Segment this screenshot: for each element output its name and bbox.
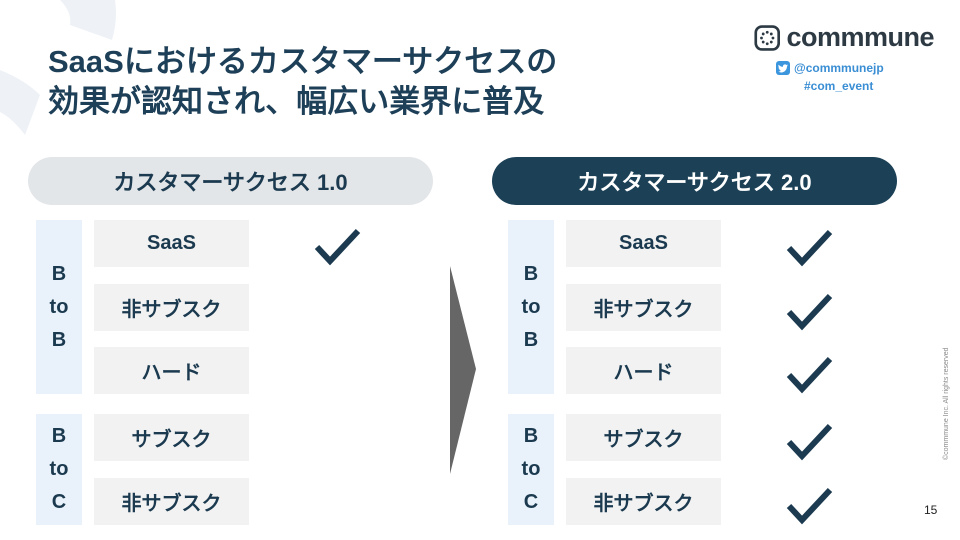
industry-cell: サブスク [94,414,249,461]
checkmark-icon [786,356,833,394]
checkmark-icon [786,293,833,331]
cs-1-0-header: カスタマーサクセス 1.0 [28,157,433,205]
copyright-notice: ©commmune Inc. All rights reserved [943,347,950,460]
industry-cell: 非サブスク [94,284,249,331]
checkmark-icon [314,228,361,266]
group-label-text: to [49,458,69,480]
arrow-right-icon [450,266,476,474]
group-label-btob: B to B [36,220,82,394]
brand-block: commmune @commmunejp #com_event [754,22,934,93]
industry-cell: SaaS [94,220,249,267]
checkmark-icon [786,423,833,461]
industry-cell: ハード [94,347,249,394]
checkmark-icon [786,487,833,525]
group-label-text: C [523,491,539,513]
industry-cell: 非サブスク [566,478,721,525]
group-label-text: B [523,328,539,351]
industry-cell: SaaS [566,220,721,267]
twitter-icon [776,61,790,75]
group-label-text: C [51,491,67,513]
cs-2-0-header: カスタマーサクセス 2.0 [492,157,897,205]
industry-cell: ハード [566,347,721,394]
group-label-text: to [49,295,69,318]
event-hashtag[interactable]: #com_event [804,79,934,93]
group-label-text: to [521,295,541,318]
social-info: @commmunejp #com_event [776,59,934,93]
title-line-1: SaaSにおけるカスタマーサクセスの [48,44,558,79]
group-label-btoc: B to C [508,414,554,525]
group-label-btob: B to B [508,220,554,394]
group-label-text: B [51,262,67,285]
brand-logo: commmune [754,22,934,53]
industry-cell: 非サブスク [94,478,249,525]
group-label-text: B [523,262,539,285]
twitter-handle[interactable]: @commmunejp [794,61,884,75]
group-label-text: to [521,458,541,480]
title-line-2: 効果が認知され、幅広い業界に普及 [48,84,545,119]
page-number: 15 [924,503,938,517]
brand-name: commmune [786,22,934,52]
group-label-text: B [523,425,539,447]
slide-title: SaaSにおけるカスタマーサクセスの 効果が認知され、幅広い業界に普及 [48,42,557,122]
group-label-text: B [51,328,67,351]
industry-cell: サブスク [566,414,721,461]
commmune-logo-icon [754,24,781,51]
checkmark-icon [786,229,833,267]
industry-cell: 非サブスク [566,284,721,331]
group-label-text: B [51,425,67,447]
group-label-btoc: B to C [36,414,82,525]
